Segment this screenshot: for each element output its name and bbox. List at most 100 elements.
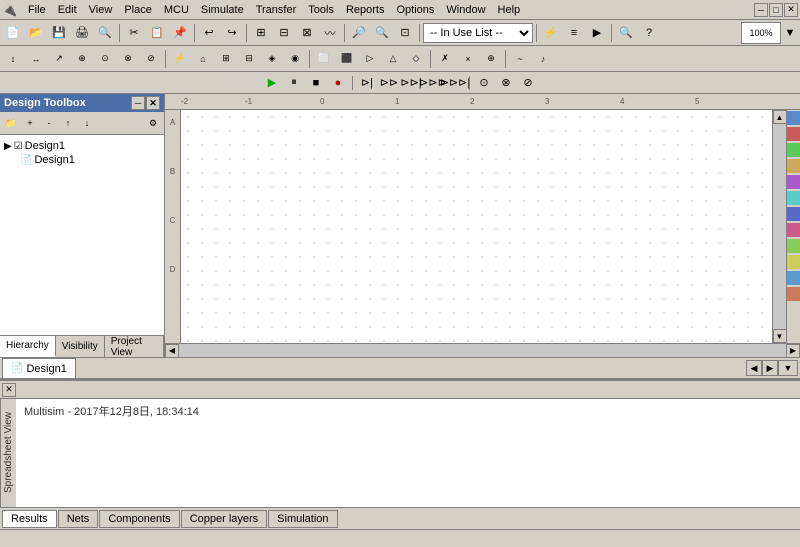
sim-pause-btn[interactable]: ⏸ (284, 74, 304, 92)
bottom-tab-copper[interactable]: Copper layers (181, 510, 267, 528)
app-maximize-btn[interactable]: □ (769, 3, 783, 17)
toolbox-btn1[interactable]: 📁 (2, 114, 20, 132)
component-btn[interactable]: ⚡ (540, 22, 562, 44)
tab-nav-left[interactable]: ◀ (746, 360, 762, 376)
comp-btn7[interactable]: ⊘ (140, 48, 162, 70)
tab-visibility[interactable]: Visibility (56, 336, 105, 357)
comp-btn19[interactable]: ✗ (434, 48, 456, 70)
toolbox-btn3[interactable]: - (40, 114, 58, 132)
tab-project-view[interactable]: Project View (105, 336, 164, 357)
sim-play-btn[interactable]: ▶ (262, 74, 282, 92)
menu-options[interactable]: Options (391, 3, 439, 17)
help-btn[interactable]: ? (638, 22, 660, 44)
comp-btn8[interactable]: ⚡ (169, 48, 191, 70)
sim-record-btn[interactable]: ● (328, 74, 348, 92)
right-panel-item2[interactable] (787, 127, 800, 141)
tree-root[interactable]: ▶ ☑ Design1 (4, 139, 160, 153)
comp-btn11[interactable]: ⊟ (238, 48, 260, 70)
toolbox-btn4[interactable]: ↑ (59, 114, 77, 132)
menu-tools[interactable]: Tools (303, 3, 339, 17)
right-panel-item9[interactable] (787, 239, 800, 253)
copy-btn[interactable]: 📋 (146, 22, 168, 44)
comp-btn21[interactable]: ⊕ (480, 48, 502, 70)
scroll-v-track[interactable] (773, 124, 786, 329)
toolbox-btn5[interactable]: ↓ (78, 114, 96, 132)
canvas-grid[interactable] (181, 110, 772, 343)
toolbox-btn2[interactable]: + (21, 114, 39, 132)
bottom-tab-simulation[interactable]: Simulation (268, 510, 337, 528)
grid2-btn[interactable]: ⊟ (273, 22, 295, 44)
bottom-tab-nets[interactable]: Nets (58, 510, 99, 528)
comp-btn20[interactable]: × (457, 48, 479, 70)
sim-step5-btn[interactable]: ⊳⊳⊳| (445, 74, 465, 92)
tree-child[interactable]: 📄 Design1 (20, 153, 160, 167)
bottom-close-btn[interactable]: ✕ (2, 383, 16, 397)
zoom-fit-btn[interactable]: ⊡ (394, 22, 416, 44)
paste-btn[interactable]: 📌 (169, 22, 191, 44)
tab-hierarchy[interactable]: Hierarchy (0, 336, 56, 357)
comp-btn17[interactable]: △ (382, 48, 404, 70)
right-panel-item1[interactable] (787, 111, 800, 125)
new-btn[interactable]: 📄 (2, 22, 24, 44)
comp-btn1[interactable]: ↕ (2, 48, 24, 70)
menu-reports[interactable]: Reports (341, 3, 390, 17)
comp-btn4[interactable]: ⊕ (71, 48, 93, 70)
redo-btn[interactable]: ↪ (221, 22, 243, 44)
sim-extra2[interactable]: ⊗ (496, 74, 516, 92)
menu-transfer[interactable]: Transfer (251, 3, 302, 17)
app-minimize-btn[interactable]: ─ (754, 3, 768, 17)
search-btn[interactable]: 🔍 (615, 22, 637, 44)
right-panel-item3[interactable] (787, 143, 800, 157)
right-panel-item10[interactable] (787, 255, 800, 269)
toolbox-minimize-btn[interactable]: ─ (131, 96, 145, 110)
menu-simulate[interactable]: Simulate (196, 3, 249, 17)
right-panel-item12[interactable] (787, 287, 800, 301)
grid3-btn[interactable]: ⊠ (296, 22, 318, 44)
comp-btn2[interactable]: ↔ (25, 48, 47, 70)
toolbox-btn6[interactable]: ⚙ (144, 114, 162, 132)
toolbox-close-btn[interactable]: ✕ (146, 96, 160, 110)
comp-btn16[interactable]: ▷ (359, 48, 381, 70)
extra-btn2[interactable]: ▼ (782, 22, 798, 44)
sim-stop-btn[interactable]: ■ (306, 74, 326, 92)
comp-btn22[interactable]: ~ (509, 48, 531, 70)
zoom-out-btn[interactable]: 🔍 (371, 22, 393, 44)
save-btn[interactable]: 💾 (48, 22, 70, 44)
right-panel-item5[interactable] (787, 175, 800, 189)
right-panel-item4[interactable] (787, 159, 800, 173)
bottom-tab-results[interactable]: Results (2, 510, 57, 528)
in-use-list-dropdown[interactable]: -- In Use List -- (423, 23, 533, 43)
comp-btn12[interactable]: ◈ (261, 48, 283, 70)
canvas-tab-design1[interactable]: 📄 Design1 (2, 358, 76, 378)
scroll-down-btn[interactable]: ▼ (773, 329, 787, 343)
scroll-left-btn[interactable]: ◀ (165, 344, 179, 358)
wire-btn[interactable]: 〰 (319, 22, 341, 44)
comp-btn10[interactable]: ⊞ (215, 48, 237, 70)
comp-btn14[interactable]: ⬜ (313, 48, 335, 70)
menu-file[interactable]: File (23, 3, 51, 17)
comp-btn15[interactable]: ⬛ (336, 48, 358, 70)
open-btn[interactable]: 📂 (25, 22, 47, 44)
scroll-h-track[interactable] (179, 344, 786, 357)
scroll-right-btn[interactable]: ▶ (786, 344, 800, 358)
sim-extra1[interactable]: ⊙ (474, 74, 494, 92)
print-btn[interactable]: 🖨 (71, 22, 93, 44)
comp-btn23[interactable]: ♪ (532, 48, 554, 70)
comp-btn6[interactable]: ⊗ (117, 48, 139, 70)
sim-step3-btn[interactable]: ⊳⊳| (401, 74, 421, 92)
menu-window[interactable]: Window (441, 3, 490, 17)
comp-btn3[interactable]: ↗ (48, 48, 70, 70)
menu-view[interactable]: View (84, 3, 118, 17)
menu-edit[interactable]: Edit (53, 3, 82, 17)
sim-step2-btn[interactable]: ⊳⊳ (379, 74, 399, 92)
comp-btn5[interactable]: ⊙ (94, 48, 116, 70)
menu-help[interactable]: Help (493, 3, 526, 17)
scroll-up-btn[interactable]: ▲ (773, 110, 787, 124)
right-panel-item6[interactable] (787, 191, 800, 205)
menu-place[interactable]: Place (119, 3, 157, 17)
right-panel-item11[interactable] (787, 271, 800, 285)
bottom-tab-components[interactable]: Components (99, 510, 179, 528)
tab-nav-menu[interactable]: ▼ (778, 360, 798, 376)
preview-btn[interactable]: 🔍 (94, 22, 116, 44)
undo-btn[interactable]: ↩ (198, 22, 220, 44)
